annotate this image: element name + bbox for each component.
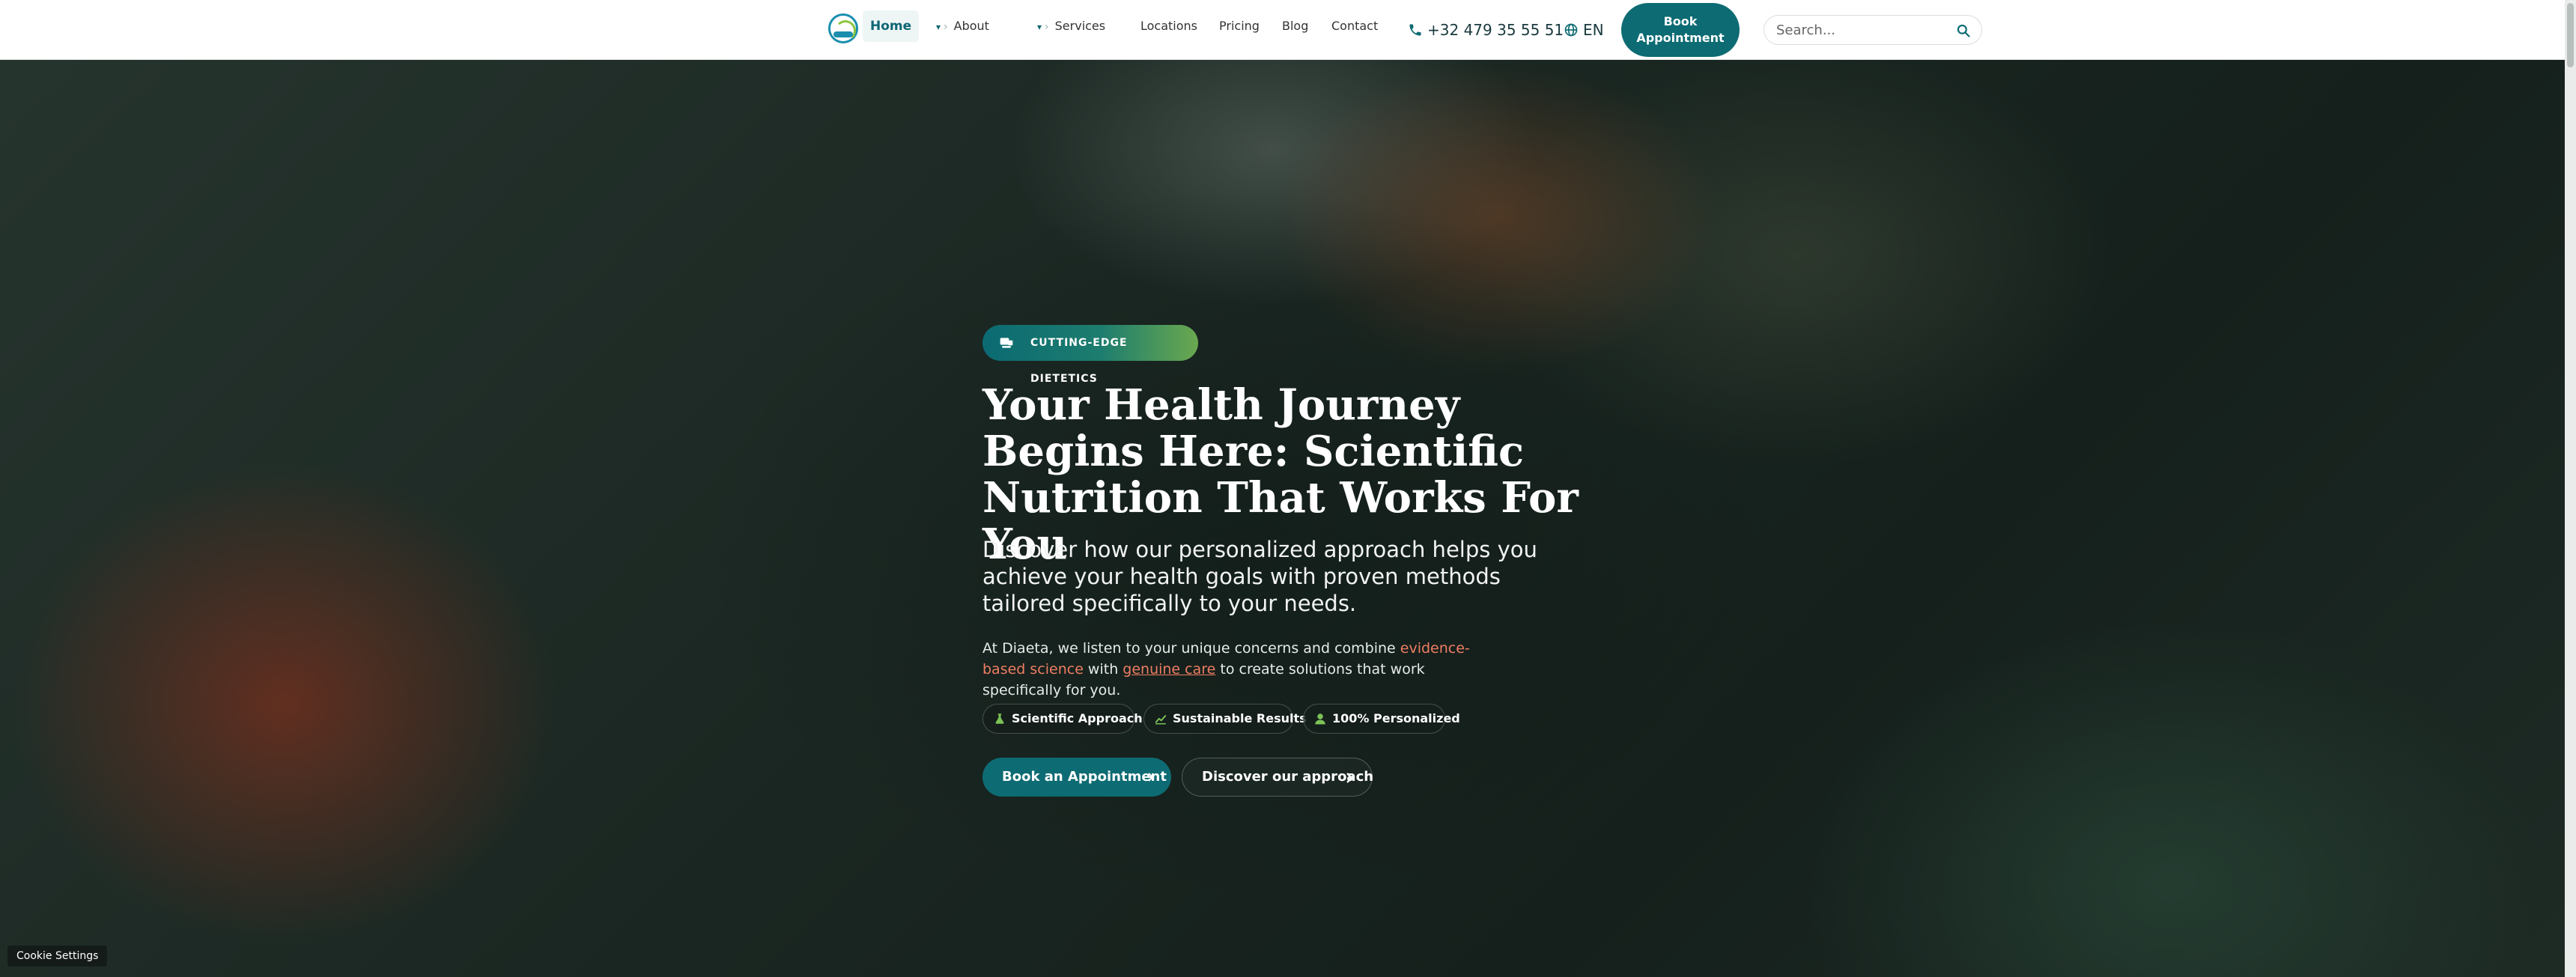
cta-primary-label: Book an Appointment (1002, 769, 1167, 785)
language-label: EN (1583, 21, 1604, 39)
feature-pill-results: Sustainable Results (1143, 704, 1307, 734)
microscope-icon (1000, 338, 1013, 348)
nav-home-link[interactable]: Home (863, 10, 920, 42)
flask-icon (995, 713, 1004, 724)
hero-highlight-care: genuine care (1123, 661, 1216, 678)
hero-lead: Discover how our personalized approach h… (982, 537, 1537, 616)
search-input[interactable] (1776, 20, 1941, 40)
chart-line-icon (1155, 714, 1167, 725)
hero-badge: CUTTING-EDGE DIETETICS (982, 325, 1198, 385)
discover-approach-button[interactable]: Discover our approach (1182, 758, 1373, 797)
book-an-appointment-button[interactable]: Book an Appointment (982, 758, 1171, 797)
search-box (1764, 15, 1982, 45)
nav-contact-link[interactable]: Contact (1331, 10, 1378, 42)
chevron-right-icon (1346, 773, 1353, 783)
book-appointment-line1: Book (1663, 14, 1698, 28)
diaeta-logo[interactable] (828, 13, 858, 43)
phone-icon (1409, 24, 1421, 36)
phone-link[interactable]: +32 479 35 55 51 (1408, 15, 1564, 45)
nav-services[interactable]: ▾ › Services (1037, 10, 1105, 42)
language-selector[interactable]: EN (1564, 15, 1604, 45)
chevron-right-icon: › (1045, 21, 1049, 33)
search-icon[interactable] (1956, 23, 1971, 38)
chevron-down-icon: ▾ (936, 22, 941, 32)
cookie-settings-button[interactable]: Cookie Settings (7, 946, 108, 967)
chevron-down-icon: ▾ (1037, 22, 1042, 32)
phone-number: +32 479 35 55 51 (1427, 21, 1564, 39)
nav-locations-link[interactable]: Locations (1140, 10, 1197, 42)
book-appointment-button[interactable]: Book Appointment (1621, 3, 1740, 57)
nav-blog-link[interactable]: Blog (1282, 10, 1308, 42)
feature-pill-label: Scientific Approach (1012, 711, 1143, 725)
hero-body: At Diaeta, we listen to your unique conc… (982, 638, 1507, 701)
nav-pricing-link[interactable]: Pricing (1219, 10, 1260, 42)
nav-services-label: Services (1054, 19, 1106, 33)
chevron-right-icon: › (944, 21, 948, 33)
nav-about-label: About (953, 19, 989, 33)
hero-body-text: At Diaeta, we listen to your unique conc… (982, 640, 1400, 657)
feature-pill-personalized: 100% Personalized (1303, 704, 1460, 734)
site-header: Home ▾ › About ▾ › Services Locations Pricin… (0, 0, 2576, 60)
arrow-right-icon (1144, 773, 1154, 782)
scrollbar-thumb[interactable] (2567, 3, 2574, 67)
book-appointment-line2: Appointment (1636, 31, 1725, 45)
page-scrollbar[interactable] (2565, 0, 2576, 977)
user-icon (1315, 713, 1325, 725)
globe-icon (1564, 23, 1578, 37)
feature-pill-scientific: Scientific Approach (982, 704, 1143, 734)
feature-pill-label: Sustainable Results (1173, 711, 1307, 725)
nav-about[interactable]: ▾ › About (936, 10, 989, 42)
feature-pill-label: 100% Personalized (1332, 711, 1460, 725)
hero-body-text: with (1083, 661, 1123, 678)
